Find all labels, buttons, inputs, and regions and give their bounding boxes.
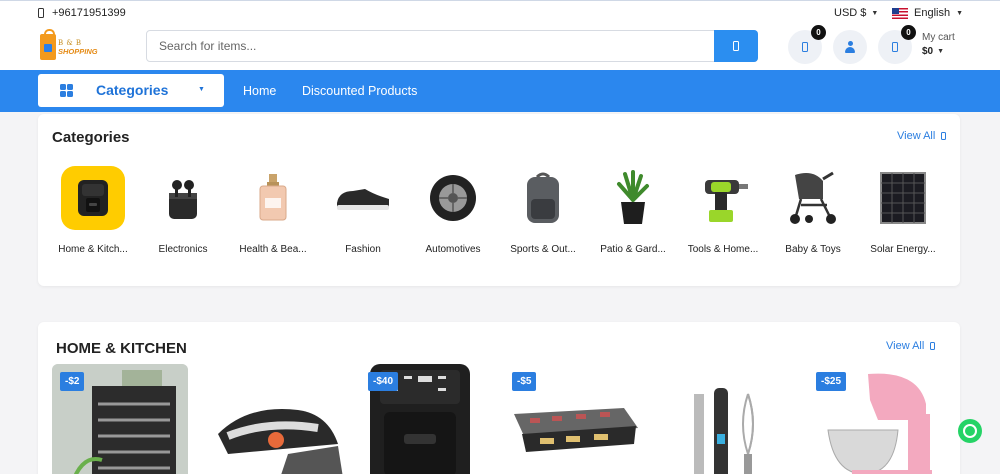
- category-sports-outdoors[interactable]: Sports & Out...: [498, 166, 588, 266]
- chevron-down-icon: ▼: [937, 48, 945, 55]
- chevron-down-icon: ▼: [198, 86, 205, 93]
- category-label: Electronics: [158, 244, 208, 255]
- section-title: HOME & KITCHEN: [56, 340, 187, 357]
- language-selector[interactable]: English ▼: [892, 7, 963, 19]
- shopping-bag-icon: [40, 29, 56, 60]
- category-label: Sports & Out...: [510, 244, 576, 255]
- search-button[interactable]: [714, 30, 758, 62]
- discount-badge: -$5: [512, 372, 537, 391]
- category-health-beauty[interactable]: Health & Bea...: [228, 166, 318, 266]
- arrow-icon: [930, 342, 936, 350]
- earbuds-icon: [151, 166, 215, 230]
- category-label: Health & Bea...: [239, 244, 307, 255]
- category-label: Fashion: [345, 244, 381, 255]
- site-logo[interactable]: B & B SHOPPING: [38, 29, 102, 64]
- plant-pot-icon: [601, 166, 665, 230]
- category-label: Patio & Gard...: [600, 244, 666, 255]
- discount-badge: -$25: [816, 372, 847, 391]
- category-baby-toys[interactable]: Baby & Toys: [768, 166, 858, 266]
- home-kitchen-section: HOME & KITCHEN View All -$2 -$40 -$5 -$2…: [38, 322, 960, 474]
- language-label: English: [914, 7, 951, 19]
- steam-iron-image: [218, 409, 343, 474]
- grid-icon: [60, 84, 73, 97]
- backpack-icon: [511, 166, 575, 230]
- cart-summary[interactable]: My cart $0 ▼: [922, 32, 955, 57]
- view-all-label: View All: [897, 130, 936, 142]
- category-label: Baby & Toys: [785, 244, 841, 255]
- whatsapp-chat-button[interactable]: [958, 419, 982, 443]
- categories-dropdown-label: Categories: [96, 82, 169, 98]
- wishlist-button[interactable]: 0: [788, 25, 826, 64]
- top-bar: +96171951399 USD $ ▼ English ▼: [0, 0, 1000, 26]
- product-card[interactable]: -$25: [808, 364, 944, 474]
- wishlist-count-badge: 0: [811, 25, 826, 40]
- section-title: Categories: [52, 129, 130, 146]
- category-label: Home & Kitch...: [58, 244, 128, 255]
- view-all-label: View All: [886, 340, 925, 352]
- product-card[interactable]: [668, 364, 804, 474]
- logo-line1: B & B: [58, 39, 82, 47]
- user-icon: [844, 41, 856, 53]
- cart-label: My cart: [922, 32, 955, 43]
- categories-section: Categories View All Home & Kitch... Elec…: [38, 114, 960, 286]
- categories-view-all-link[interactable]: View All: [897, 130, 947, 142]
- product-card[interactable]: [208, 364, 344, 474]
- arrow-icon: [941, 132, 947, 140]
- hand-blender-image: [694, 388, 754, 474]
- account-button[interactable]: [833, 30, 867, 64]
- chevron-down-icon: ▼: [956, 9, 964, 17]
- drill-icon: [691, 166, 755, 230]
- nav-link-home[interactable]: Home: [243, 84, 276, 98]
- currency-label: USD $: [834, 7, 867, 19]
- discount-badge: -$40: [368, 372, 399, 391]
- cart-count-badge: 0: [901, 25, 916, 40]
- category-electronics[interactable]: Electronics: [138, 166, 228, 266]
- perfume-icon: [241, 166, 305, 230]
- sneaker-icon: [331, 166, 395, 230]
- category-label: Automotives: [425, 244, 481, 255]
- product-card[interactable]: -$2: [52, 364, 188, 474]
- solar-panel-icon: [871, 166, 935, 230]
- category-tools-home[interactable]: Tools & Home...: [678, 166, 768, 266]
- nav-link-discounted-products[interactable]: Discounted Products: [302, 84, 417, 98]
- logo-line2: SHOPPING: [58, 47, 98, 56]
- phone-number: +96171951399: [52, 7, 126, 19]
- cart-button[interactable]: 0: [878, 25, 916, 64]
- category-label: Tools & Home...: [687, 244, 759, 255]
- category-home-kitchen[interactable]: Home & Kitch...: [48, 166, 138, 266]
- main-nav: Categories ▼ Home Discounted Products: [0, 70, 1000, 112]
- category-automotives[interactable]: Automotives: [408, 166, 498, 266]
- currency-selector[interactable]: USD $ ▼: [834, 7, 878, 19]
- wishlist-icon: [802, 42, 808, 52]
- home-kitchen-view-all-link[interactable]: View All: [886, 340, 936, 352]
- chevron-down-icon: ▼: [871, 9, 879, 17]
- category-patio-garden[interactable]: Patio & Gard...: [588, 166, 678, 266]
- cart-icon: [892, 42, 898, 52]
- tire-icon: [421, 166, 485, 230]
- search-bar: [146, 30, 758, 62]
- phone-icon: [38, 8, 44, 18]
- search-input[interactable]: [147, 31, 715, 61]
- categories-dropdown[interactable]: Categories ▼: [38, 74, 224, 107]
- category-fashion[interactable]: Fashion: [318, 166, 408, 266]
- discount-badge: -$2: [60, 372, 85, 391]
- product-card[interactable]: -$40: [360, 364, 496, 474]
- us-flag-icon: [892, 7, 908, 19]
- product-card[interactable]: -$5: [504, 364, 640, 474]
- contact-phone[interactable]: +96171951399: [38, 7, 126, 19]
- cart-total: $0: [922, 46, 934, 57]
- air-fryer-icon: [61, 166, 125, 230]
- main-header: B & B SHOPPING 0 0 My cart $0 ▼: [0, 25, 1000, 70]
- category-solar-energy[interactable]: Solar Energy...: [858, 166, 948, 266]
- category-label: Solar Energy...: [870, 244, 936, 255]
- stroller-icon: [781, 166, 845, 230]
- search-icon: [733, 41, 739, 51]
